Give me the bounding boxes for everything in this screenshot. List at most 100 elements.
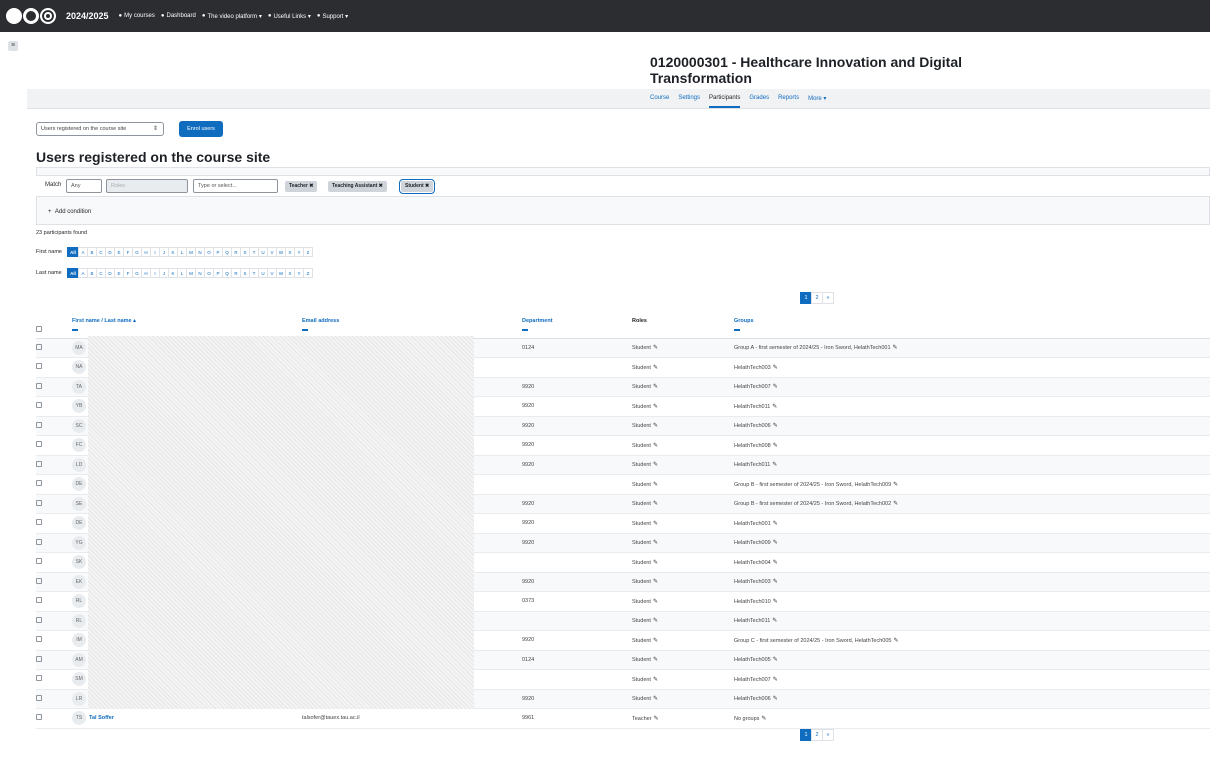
row-checkbox[interactable] (36, 577, 42, 584)
avatar[interactable]: EK (72, 574, 86, 589)
department-column-header[interactable]: Department (522, 314, 632, 339)
edit-role-pencil-icon[interactable]: ✎ (653, 345, 658, 351)
edit-groups-pencil-icon[interactable]: ✎ (893, 345, 898, 351)
site-logo[interactable] (6, 8, 56, 24)
avatar[interactable]: MA (72, 340, 86, 355)
row-checkbox[interactable] (36, 636, 42, 643)
course-index-toggle-icon[interactable]: ≡ (8, 41, 18, 51)
edit-role-pencil-icon[interactable]: ✎ (653, 540, 658, 546)
match-select[interactable]: Any (66, 179, 102, 193)
avatar[interactable]: TS (72, 711, 86, 726)
avatar[interactable]: DE (72, 477, 86, 492)
tag-student[interactable]: Student ✖ (398, 179, 436, 194)
edit-groups-pencil-icon[interactable]: ✎ (773, 579, 778, 585)
avatar[interactable]: TA (72, 379, 86, 394)
edit-groups-pencil-icon[interactable]: ✎ (772, 462, 777, 468)
edit-groups-pencil-icon[interactable]: ✎ (772, 618, 777, 624)
topnav-item-3[interactable]: ● Useful Links ▾ (268, 13, 311, 20)
edit-groups-pencil-icon[interactable]: ✎ (773, 657, 778, 663)
row-checkbox[interactable] (36, 460, 42, 467)
edit-role-pencil-icon[interactable]: ✎ (653, 618, 658, 624)
avatar[interactable]: AM (72, 652, 86, 667)
topnav-item-4[interactable]: ● Support ▾ (317, 13, 348, 20)
edit-role-pencil-icon[interactable]: ✎ (653, 501, 658, 507)
avatar[interactable]: IM (72, 633, 86, 648)
participants-page-select[interactable]: Users registered on the course site (36, 122, 164, 136)
row-checkbox[interactable] (36, 655, 42, 662)
avatar[interactable]: YG (72, 535, 86, 550)
topnav-item-2[interactable]: ● The video platform ▾ (202, 13, 262, 20)
row-checkbox[interactable] (36, 499, 42, 506)
edit-role-pencil-icon[interactable]: ✎ (653, 443, 658, 449)
secnav-item-1[interactable]: Settings (678, 95, 700, 108)
edit-role-pencil-icon[interactable]: ✎ (653, 404, 658, 410)
avatar[interactable]: LD (72, 457, 86, 472)
avatar[interactable]: SE (72, 496, 86, 511)
edit-role-pencil-icon[interactable]: ✎ (653, 521, 658, 527)
groups-column-header[interactable]: Groups (734, 314, 1210, 339)
edit-role-pencil-icon[interactable]: ✎ (653, 560, 658, 566)
name-column-header[interactable]: First name / Last name ▴ (72, 314, 302, 339)
secnav-item-2[interactable]: Participants (709, 95, 741, 108)
row-checkbox[interactable] (36, 675, 42, 682)
row-checkbox[interactable] (36, 616, 42, 623)
tag-teacher[interactable]: Teacher ✖ (285, 181, 318, 192)
edit-groups-pencil-icon[interactable]: ✎ (773, 384, 778, 390)
edit-groups-pencil-icon[interactable]: ✎ (893, 482, 898, 488)
edit-groups-pencil-icon[interactable]: ✎ (773, 540, 778, 546)
edit-groups-pencil-icon[interactable]: ✎ (773, 560, 778, 566)
avatar[interactable]: YB (72, 399, 86, 414)
row-checkbox[interactable] (36, 519, 42, 526)
email-column-header[interactable]: Email address (302, 314, 522, 339)
topnav-item-0[interactable]: ● My courses (119, 13, 155, 20)
avatar[interactable]: RL (72, 613, 86, 628)
tag-teaching-assistant[interactable]: Teaching Assistant ✖ (328, 181, 387, 192)
edit-role-pencil-icon[interactable]: ✎ (653, 638, 658, 644)
secnav-item-0[interactable]: Course (650, 95, 669, 108)
edit-groups-pencil-icon[interactable]: ✎ (761, 716, 766, 722)
topnav-item-1[interactable]: ● Dashboard (161, 13, 196, 20)
roles-select[interactable]: Roles (106, 179, 188, 193)
edit-role-pencil-icon[interactable]: ✎ (653, 365, 658, 371)
avatar[interactable]: RL (72, 594, 86, 609)
avatar[interactable]: LR (72, 691, 86, 706)
avatar[interactable]: DE (72, 516, 86, 531)
row-checkbox[interactable] (36, 402, 42, 409)
initial-letter[interactable]: Z (303, 268, 313, 278)
row-checkbox[interactable] (36, 694, 42, 701)
edit-role-pencil-icon[interactable]: ✎ (653, 696, 658, 702)
enrol-users-button[interactable]: Enrol users (179, 121, 223, 137)
type-or-select-input[interactable]: Type or select... (193, 179, 278, 193)
edit-role-pencil-icon[interactable]: ✎ (653, 599, 658, 605)
edit-role-pencil-icon[interactable]: ✎ (654, 716, 659, 722)
secnav-item-4[interactable]: Reports (778, 95, 799, 108)
avatar[interactable]: FC (72, 438, 86, 453)
edit-groups-pencil-icon[interactable]: ✎ (773, 365, 778, 371)
edit-groups-pencil-icon[interactable]: ✎ (773, 599, 778, 605)
row-checkbox[interactable] (36, 421, 42, 428)
edit-groups-pencil-icon[interactable]: ✎ (893, 638, 898, 644)
row-checkbox[interactable] (36, 538, 42, 545)
edit-role-pencil-icon[interactable]: ✎ (653, 482, 658, 488)
edit-role-pencil-icon[interactable]: ✎ (653, 423, 658, 429)
participant-name[interactable]: Tal Soffer (89, 715, 114, 721)
secnav-item-3[interactable]: Grades (749, 95, 769, 108)
row-checkbox[interactable] (36, 363, 42, 370)
academic-year[interactable]: 2024/2025 (66, 11, 109, 21)
page-link[interactable]: » (822, 729, 834, 741)
initial-letter[interactable]: Z (303, 247, 313, 257)
row-checkbox[interactable] (36, 558, 42, 565)
edit-groups-pencil-icon[interactable]: ✎ (773, 677, 778, 683)
edit-groups-pencil-icon[interactable]: ✎ (893, 501, 898, 507)
edit-role-pencil-icon[interactable]: ✎ (653, 462, 658, 468)
row-checkbox[interactable] (36, 597, 42, 604)
edit-groups-pencil-icon[interactable]: ✎ (773, 423, 778, 429)
edit-groups-pencil-icon[interactable]: ✎ (772, 404, 777, 410)
row-checkbox[interactable] (36, 714, 42, 721)
avatar[interactable]: SK (72, 555, 86, 570)
edit-role-pencil-icon[interactable]: ✎ (653, 579, 658, 585)
avatar[interactable]: SM (72, 672, 86, 687)
row-checkbox[interactable] (36, 343, 42, 350)
add-condition-link[interactable]: + Add condition (48, 209, 91, 215)
page-link[interactable]: » (822, 292, 834, 304)
